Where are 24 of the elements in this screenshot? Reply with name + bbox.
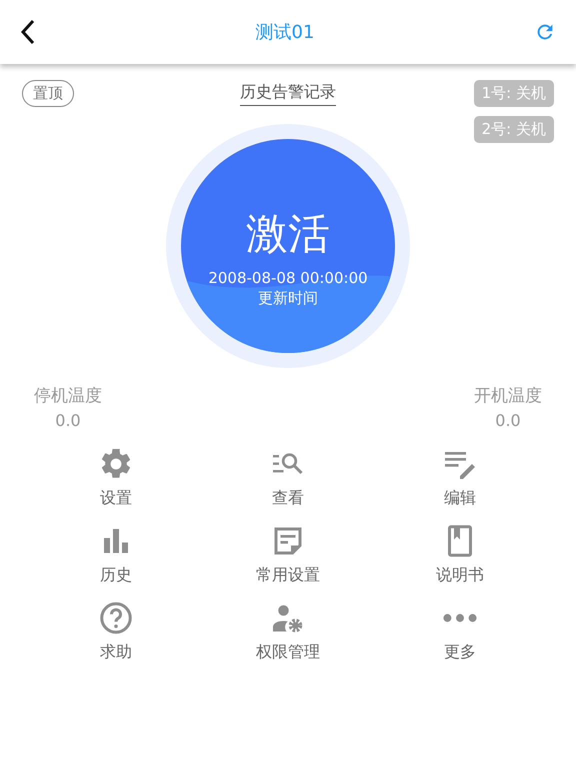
- help-icon: [98, 600, 134, 636]
- menu-item[interactable]: 求助: [30, 600, 202, 663]
- menu-item[interactable]: 常用设置: [202, 523, 374, 586]
- status-tag: 1号: 关机: [474, 80, 554, 107]
- status-tag: 2号: 关机: [474, 116, 554, 143]
- menu-item[interactable]: 编辑: [374, 446, 546, 509]
- menu-item[interactable]: 权限管理: [202, 600, 374, 663]
- page-title: 测试01: [256, 21, 314, 44]
- timestamp: 2008-08-08 00:00:00: [208, 269, 368, 288]
- menu-item[interactable]: 说明书: [374, 523, 546, 586]
- pin-button[interactable]: 置顶: [22, 80, 74, 107]
- menu-item[interactable]: 设置: [30, 446, 202, 509]
- history-link[interactable]: 历史告警记录: [240, 82, 336, 106]
- menu-item[interactable]: 查看: [202, 446, 374, 509]
- temperature-label: 停机温度: [34, 385, 102, 407]
- back-icon: [20, 19, 36, 45]
- status-text: 激活: [246, 211, 330, 258]
- temperature-value: 0.0: [495, 411, 521, 430]
- more-icon: [442, 611, 478, 625]
- temperature-value: 0.0: [55, 411, 81, 430]
- menu-item[interactable]: 历史: [30, 523, 202, 586]
- menu-item[interactable]: 更多: [374, 600, 546, 663]
- timestamp-caption: 更新时间: [258, 289, 318, 308]
- temperature-label: 开机温度: [474, 385, 542, 407]
